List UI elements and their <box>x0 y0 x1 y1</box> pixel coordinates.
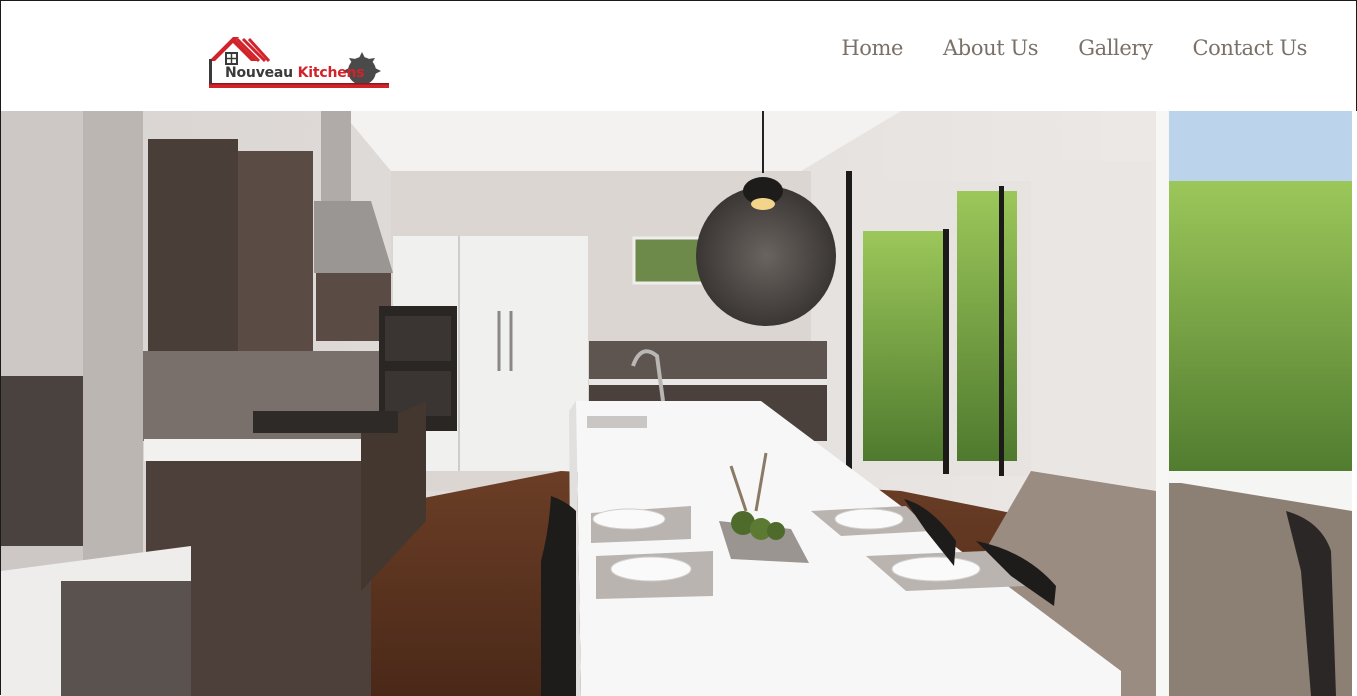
nav-gallery-link[interactable]: Gallery <box>1078 36 1153 60</box>
main-nav: Home About Us Gallery Contact Us <box>841 31 1307 65</box>
nav-home-link[interactable]: Home <box>841 36 903 60</box>
nav-about-link[interactable]: About Us <box>943 36 1039 60</box>
house-roof-icon <box>209 37 389 88</box>
hero-kitchen-image <box>1 111 1352 696</box>
kitchen-photo <box>1 111 1352 696</box>
brand-name-part1: Nouveau <box>225 65 293 81</box>
page-edge <box>1352 111 1357 696</box>
brand-wordmark: Nouveau Kitchens <box>225 65 365 81</box>
brand-name-part2: Kitchens <box>297 65 365 81</box>
brand-logo[interactable]: Nouveau Kitchens <box>207 35 391 91</box>
nav-contact-link[interactable]: Contact Us <box>1192 36 1307 60</box>
site-header: Nouveau Kitchens Home About Us Gallery C… <box>1 1 1355 111</box>
